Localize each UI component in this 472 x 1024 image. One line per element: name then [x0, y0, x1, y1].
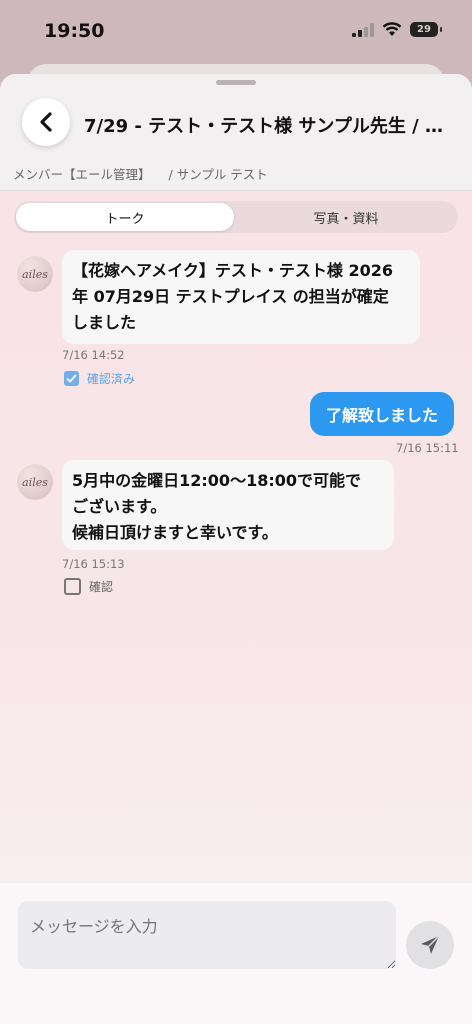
breadcrumb: メンバー【エール管理】 / サンプル テスト: [13, 164, 286, 183]
chevron-left-icon: [40, 112, 52, 132]
breadcrumb-name: / サンプル テスト: [168, 167, 268, 182]
message-timestamp: 7/16 15:13: [62, 557, 125, 571]
checkbox-checked-icon: [64, 371, 79, 386]
confirm-checkbox-checked[interactable]: 確認済み: [64, 370, 135, 387]
message-composer: [0, 882, 472, 1024]
battery-level: 29: [417, 24, 431, 35]
message-text: 了解致しました: [325, 406, 438, 425]
message-line: しました: [72, 313, 137, 332]
avatar-logo-text: ailes: [22, 267, 48, 281]
tab-photos-documents[interactable]: 写真・資料: [236, 203, 456, 231]
chat-title: 7/29 - テスト・テスト様 サンプル先生 / 管…: [84, 116, 446, 137]
status-time: 19:50: [44, 20, 105, 42]
outgoing-message-bubble: 了解致しました: [310, 392, 454, 436]
avatar-logo-text: ailes: [22, 475, 48, 489]
wifi-icon: [382, 22, 402, 36]
chat-header: 7/29 - テスト・テスト様 サンプル先生 / 管… メンバー【エール管理】 /…: [0, 74, 472, 191]
confirm-checkbox[interactable]: 確認: [64, 578, 113, 595]
status-icons: 29: [352, 22, 442, 37]
sender-avatar[interactable]: ailes: [17, 256, 53, 292]
message-timestamp: 7/16 14:52: [62, 348, 125, 362]
message-timestamp: 7/16 15:11: [396, 441, 459, 455]
tab-talk[interactable]: トーク: [16, 203, 234, 231]
sender-avatar[interactable]: ailes: [17, 464, 53, 500]
send-button[interactable]: [406, 921, 454, 969]
confirm-label: 確認: [89, 580, 114, 594]
sheet-grabber[interactable]: [216, 80, 256, 85]
confirm-label: 確認済み: [87, 372, 136, 386]
message-input[interactable]: [18, 901, 396, 969]
message-line: 候補日頂けますと幸いです。: [72, 523, 278, 542]
chat-sheet: 7/29 - テスト・テスト様 サンプル先生 / 管… メンバー【エール管理】 /…: [0, 74, 472, 1024]
checkbox-empty-icon: [64, 578, 81, 595]
segmented-tabs: トーク 写真・資料: [14, 201, 458, 233]
incoming-message-bubble: 5月中の金曜日12:00～18:00で可能で ございます。 候補日頂けますと幸い…: [62, 460, 394, 550]
message-line: 年 07月29日 テストプレイス の担当が確定: [72, 287, 389, 306]
cellular-signal-icon: [352, 22, 374, 37]
message-line: 5月中の金曜日12:00～18:00で可能で: [72, 471, 361, 490]
status-bar: 19:50 29: [0, 0, 472, 62]
message-line: ございます。: [72, 497, 167, 516]
back-button[interactable]: [22, 98, 70, 146]
send-icon: [421, 935, 440, 954]
battery-icon: 29: [410, 22, 442, 37]
message-line: 【花嫁ヘアメイク】テスト・テスト様 2026: [72, 261, 393, 280]
breadcrumb-member: メンバー【エール管理】: [13, 167, 151, 182]
incoming-message-bubble: 【花嫁ヘアメイク】テスト・テスト様 2026 年 07月29日 テストプレイス …: [62, 250, 420, 344]
